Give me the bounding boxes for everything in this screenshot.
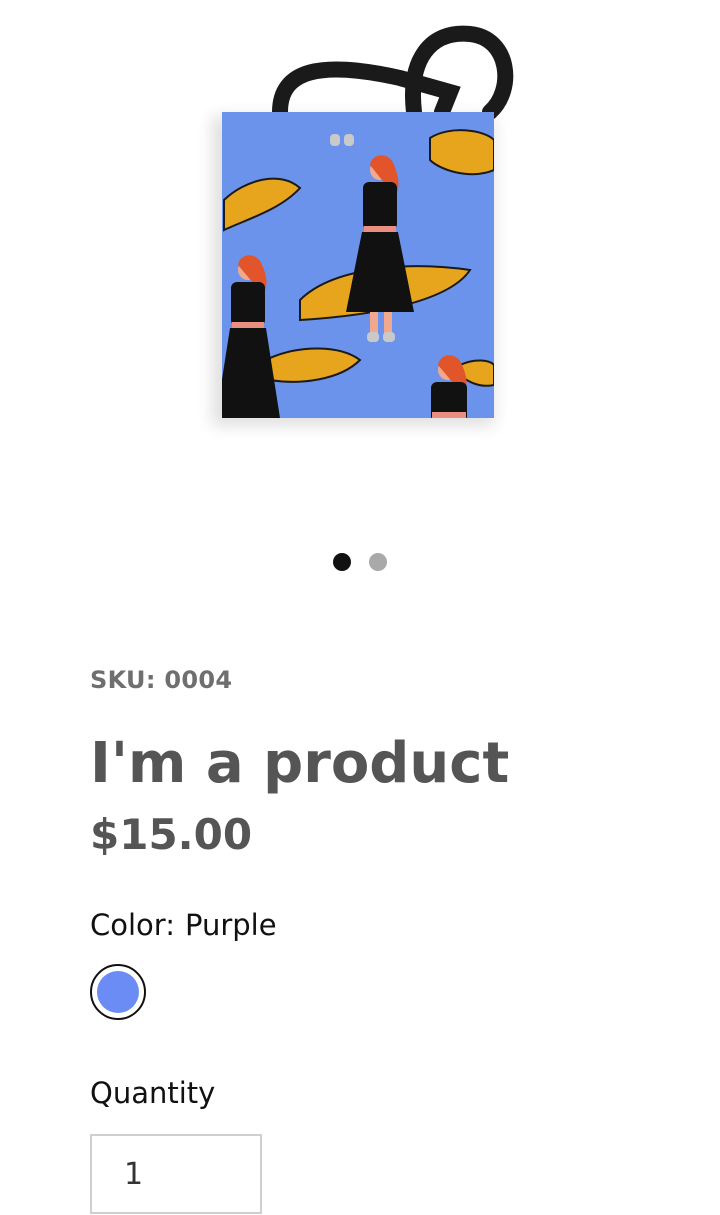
color-option-label: Color: Purple xyxy=(90,908,680,942)
gallery-dot-2[interactable] xyxy=(369,553,387,571)
product-image-tote-bag[interactable] xyxy=(150,20,530,460)
color-value: Purple xyxy=(184,908,277,942)
product-sku: SKU: 0004 xyxy=(90,666,680,694)
color-swatch-selected[interactable] xyxy=(90,964,146,1020)
quantity-label: Quantity xyxy=(90,1076,216,1110)
color-swatch-purple[interactable] xyxy=(97,971,139,1013)
color-label: Color: xyxy=(90,908,175,942)
product-title: I'm a product xyxy=(90,731,510,796)
gallery-pagination xyxy=(0,553,720,571)
sku-value: 0004 xyxy=(164,666,233,694)
gallery-dot-1[interactable] xyxy=(333,553,351,571)
sku-label: SKU: xyxy=(90,666,156,694)
product-gallery[interactable] xyxy=(0,0,720,540)
quantity-input[interactable] xyxy=(90,1134,262,1214)
product-price: $15.00 xyxy=(90,810,253,859)
product-info: SKU: 0004 I'm a product $15.00 Color: Pu… xyxy=(90,666,680,1214)
